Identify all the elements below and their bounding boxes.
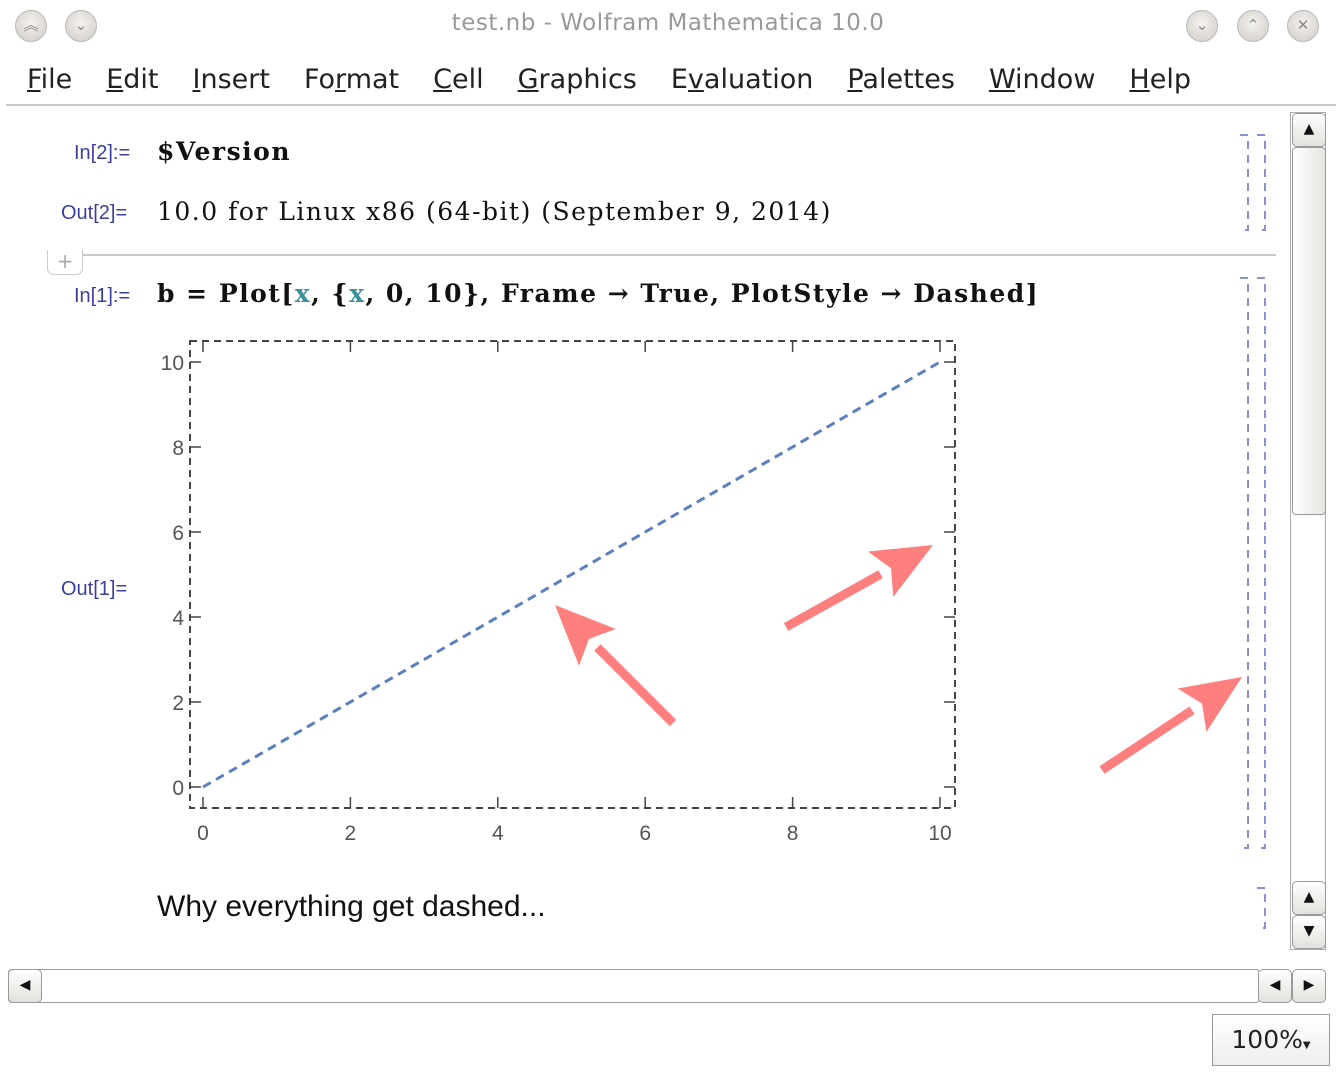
y-tick-label: 4 [172,607,184,630]
cell-bracket-text [1257,887,1266,929]
cell-bracket-outer [1257,134,1266,231]
y-tick-label: 6 [172,522,184,545]
scroll-left-button-2[interactable]: ◀ [1258,969,1292,1003]
plot-line [202,360,941,789]
y-tick-label: 0 [172,777,184,800]
page-up-button[interactable]: ▲ [1292,881,1326,915]
scroll-up-button[interactable]: ▲ [1292,113,1326,147]
x-tick-label: 8 [787,822,799,845]
cell-bracket-inner [1240,134,1249,231]
annotation-arrow-shaft [594,644,677,727]
scroll-right-button[interactable]: ▶ [1292,969,1326,1003]
y-tick-label: 10 [161,352,184,375]
y-tick-label: 2 [172,692,184,715]
x-tick-label: 4 [492,822,504,845]
x-tick-label: 10 [928,822,951,845]
page-down-button[interactable]: ▼ [1292,915,1326,949]
annotation-arrow-shaft [1099,706,1195,774]
text-cell[interactable]: Why everything get dashed... [157,890,546,924]
horizontal-scrollbar[interactable] [8,969,1260,1003]
zoom-value: 100% [1231,1025,1303,1054]
y-tick-label: 8 [172,437,184,460]
vertical-scroll-thumb[interactable] [1292,147,1326,515]
zoom-menu[interactable]: 100%▼ [1212,1014,1330,1066]
cell-bracket-inner [1240,277,1249,849]
x-tick-label: 2 [345,822,357,845]
annotation-arrow-head [1177,677,1242,732]
x-tick-label: 0 [197,822,209,845]
x-tick-label: 6 [639,822,651,845]
chevron-down-icon: ▼ [1302,1040,1311,1051]
annotation-arrow-shaft [783,570,883,631]
cell-bracket-outer [1257,277,1266,849]
scroll-left-button[interactable]: ◀ [8,969,42,1003]
